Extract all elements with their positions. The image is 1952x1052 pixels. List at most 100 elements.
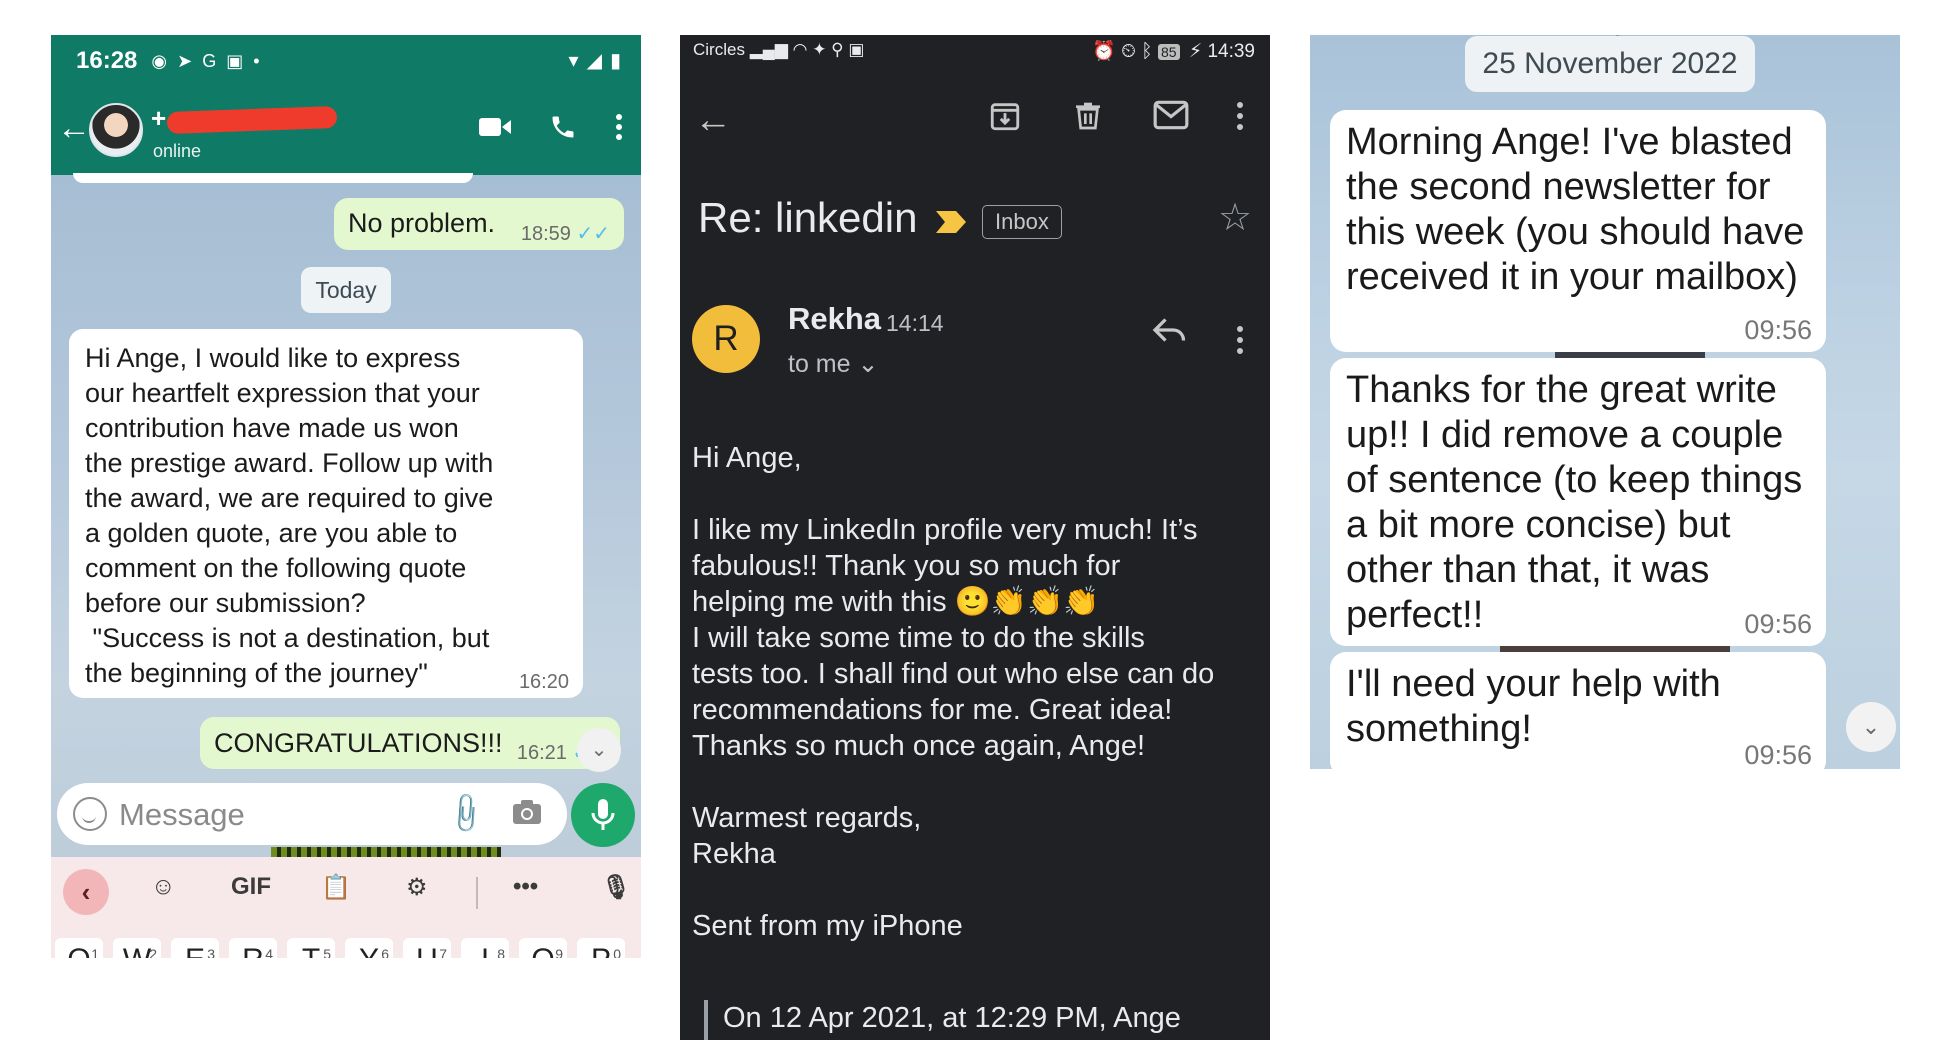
scroll-down-icon[interactable]: ⌄ [577, 728, 621, 772]
star-icon[interactable]: ☆ [1218, 199, 1252, 237]
signal-icon: ◢ [586, 50, 602, 72]
important-marker-icon[interactable] [936, 211, 966, 233]
email-subject: Re: linkedin [698, 194, 918, 241]
message-time: 16:21 [516, 742, 567, 764]
message-text: Morning Ange! I've blasted the second ne… [1346, 121, 1805, 298]
key[interactable]: T5 [287, 938, 335, 958]
wifi-icon: ◠ [792, 40, 808, 59]
gear-icon[interactable]: ⚙ [406, 873, 428, 902]
google-icon: G [202, 50, 217, 71]
camera-icon[interactable] [512, 798, 542, 826]
message-bubble-outgoing[interactable]: No problem. 18:59 ✓✓ [334, 198, 624, 250]
notification-icons: ✦ ⚲ ▣ [812, 40, 865, 59]
key[interactable]: E3 [171, 938, 219, 958]
message-text: Hi Ange, I would like to express our hea… [85, 343, 494, 688]
emoji-icon[interactable] [73, 797, 107, 831]
status-bar: 16:28 ◉ ➤ G ▣ • ▾ ◢ ▮ [51, 35, 641, 87]
chat-screenshot: 25 November 2022 Morning Ange! I've blas… [1310, 35, 1900, 769]
keyboard-keys-row: Q1 W2 E3 R4 T5 Y6 U7 I8 O9 P0 [51, 928, 641, 958]
message-time: 09:56 [1744, 609, 1812, 639]
wifi-icon: ▾ [568, 50, 579, 72]
contact-status: online [153, 141, 202, 161]
date-divider: Today [301, 267, 391, 313]
archive-icon[interactable] [988, 99, 1022, 133]
quoted-header[interactable]: On 12 Apr 2021, at 12:29 PM, Ange [723, 1002, 1181, 1035]
dot-icon: • [253, 50, 260, 71]
key[interactable]: O9 [519, 938, 567, 958]
date-header: 25 November 2022 [1465, 36, 1755, 92]
key[interactable]: R4 [229, 938, 277, 958]
message-input[interactable]: Message [119, 797, 245, 833]
email-body: Hi Ange, I like my LinkedIn profile very… [692, 442, 1215, 942]
key[interactable]: Q1 [55, 938, 103, 958]
clipboard-icon[interactable]: 📋 [321, 873, 351, 902]
status-bar: Circles ▂▄▆ ◠ ✦ ⚲ ▣ ⏰ ⏲ ᛒ 85 ⚡ 14:39 [680, 35, 1270, 65]
sender-avatar[interactable]: R [692, 305, 760, 373]
scroll-down-icon[interactable]: ⌄ [1846, 702, 1896, 752]
messenger-icon: ◉ [151, 50, 168, 71]
wallpaper-strip [271, 847, 501, 857]
more-vert-icon[interactable] [615, 113, 623, 141]
message-bubble-incoming[interactable]: Hi Ange, I would like to express our hea… [69, 329, 583, 698]
message-more-icon[interactable] [1236, 325, 1244, 355]
charging-icon: ⚡ [1188, 41, 1203, 62]
message-time: 18:59 [520, 223, 571, 245]
toolbar-divider [476, 877, 478, 909]
sender-name[interactable]: Rekha [788, 301, 881, 337]
back-arrow-icon[interactable]: ← [694, 101, 732, 139]
avatar[interactable] [89, 103, 143, 157]
attach-icon[interactable]: 📎 [442, 790, 490, 838]
chevron-down-icon: ⌄ [857, 350, 879, 378]
read-check-icon: ✓✓ [576, 223, 610, 245]
more-button[interactable]: ••• [513, 873, 538, 901]
mic-icon [591, 799, 615, 830]
voice-input-icon[interactable]: 🎙 [601, 873, 631, 902]
keyboard-toolbar: ‹ ☺ GIF 📋 ⚙ ••• 🎙 [51, 857, 641, 928]
chevron-left-icon[interactable]: ‹ [63, 869, 109, 915]
message-bubble-incoming[interactable]: Morning Ange! I've blasted the second ne… [1330, 110, 1826, 352]
more-vert-icon[interactable] [1236, 101, 1244, 131]
telegram-icon: ➤ [177, 50, 193, 71]
message-text: No problem. [348, 208, 496, 238]
message-bubble-outgoing[interactable]: CONGRATULATIONS!!! 16:21 ✓✓ [200, 717, 620, 769]
key[interactable]: U7 [403, 938, 451, 958]
sent-time: 14:14 [886, 310, 944, 336]
signal-icon: ▂▄▆ [749, 40, 793, 59]
whatsapp-screenshot: 16:28 ◉ ➤ G ▣ • ▾ ◢ ▮ ← + online No prob… [51, 35, 641, 958]
sticker-icon[interactable]: ☺ [151, 873, 176, 901]
message-input-bar[interactable]: Message 📎 [57, 783, 567, 845]
message-text: CONGRATULATIONS!!! [214, 728, 503, 758]
video-call-icon[interactable] [479, 116, 511, 138]
gif-button[interactable]: GIF [231, 873, 271, 901]
recipient-toggle[interactable]: to me ⌄ [788, 349, 878, 379]
battery-level: 85 [1157, 44, 1180, 60]
calendar-icon: ▣ [226, 50, 244, 71]
trash-icon[interactable] [1072, 99, 1104, 133]
phone-icon[interactable] [549, 113, 577, 141]
status-time: 14:39 [1207, 41, 1255, 62]
inbox-label-chip[interactable]: Inbox [982, 205, 1062, 239]
alarm-icon: ⏰ ⏲ ᛒ [1092, 41, 1158, 62]
contact-name[interactable]: + [151, 103, 341, 134]
redaction-mark [166, 106, 338, 134]
mail-icon[interactable] [1152, 99, 1190, 131]
battery-icon: ▮ [609, 50, 621, 72]
message-bubble-incoming[interactable]: Thanks for the great write up!! I did re… [1330, 358, 1826, 646]
message-time: 09:56 [1744, 740, 1812, 769]
status-time: 16:28 [76, 47, 138, 74]
key[interactable]: P0 [577, 938, 625, 958]
key[interactable]: I8 [461, 938, 509, 958]
key[interactable]: Y6 [345, 938, 393, 958]
gmail-screenshot: Circles ▂▄▆ ◠ ✦ ⚲ ▣ ⏰ ⏲ ᛒ 85 ⚡ 14:39 ← R… [680, 35, 1270, 1040]
message-text: Thanks for the great write up!! I did re… [1346, 369, 1803, 636]
previous-message-edge [73, 173, 473, 183]
chat-header: ← + online [51, 87, 641, 175]
message-text: I'll need your help with something! [1346, 663, 1721, 750]
key[interactable]: W2 [113, 938, 161, 958]
mic-button[interactable] [571, 783, 635, 847]
back-arrow-icon[interactable]: ← [57, 111, 91, 145]
message-time: 09:56 [1744, 315, 1812, 345]
reply-icon[interactable] [1152, 315, 1188, 345]
message-time: 16:20 [518, 671, 569, 693]
message-bubble-incoming[interactable]: I'll need your help with something! 09:5… [1330, 652, 1826, 769]
